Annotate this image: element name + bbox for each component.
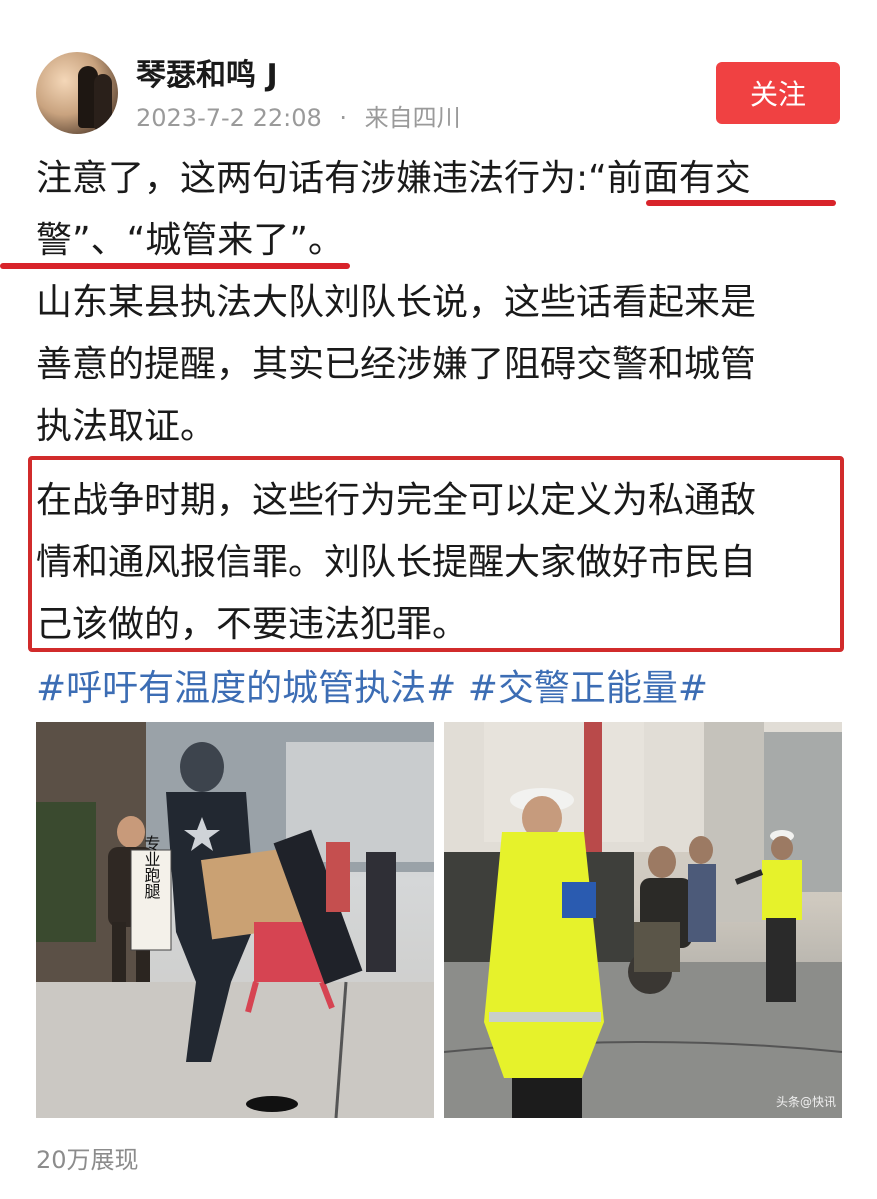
text-line: 山东某县执法大队刘队长说，这些话看起来是 <box>36 282 757 323</box>
traffic-police-image: 头条@快讯 <box>444 722 842 1118</box>
follow-button[interactable]: 关注 <box>716 62 840 124</box>
sign-text: 专业跑腿 <box>142 835 161 900</box>
highlight-box <box>28 456 844 652</box>
post-header: 琴瑟和鸣 J 2023-7-2 22:08 · 来自四川 关注 <box>0 0 877 140</box>
street-scene-image: 专业跑腿 <box>36 722 434 1118</box>
meta-separator: · <box>339 104 348 132</box>
text-line: 善意的提醒，其实已经涉嫌了阻碍交警和城管 <box>36 344 757 385</box>
post-meta: 2023-7-2 22:08 · 来自四川 <box>136 98 461 133</box>
text-line: 注意了，这两句话有涉嫌违法行为:“ <box>36 158 607 199</box>
location: 来自四川 <box>364 104 461 132</box>
paragraph: 注意了，这两句话有涉嫌违法行为:“前面有交 警”、“城管来了”。 <box>36 148 846 272</box>
username[interactable]: 琴瑟和鸣 J <box>136 50 278 94</box>
photo-left[interactable]: 专业跑腿 <box>36 722 434 1118</box>
view-count: 20万展现 <box>36 1146 139 1174</box>
hashtags[interactable]: #呼吁有温度的城管执法# #交警正能量# <box>36 658 846 720</box>
text-line: 执法取证。 <box>36 406 217 447</box>
image-watermark: 头条@快讯 <box>776 1095 836 1109</box>
photo-right[interactable]: 头条@快讯 <box>444 722 842 1118</box>
paragraph: 山东某县执法大队刘队长说，这些话看起来是 善意的提醒，其实已经涉嫌了阻碍交警和城… <box>36 272 846 458</box>
avatar-figure <box>94 74 112 130</box>
text-line-highlight: 前面有交 <box>606 158 751 199</box>
text-line-highlight: 警”、“城管来了”。 <box>36 220 344 261</box>
image-grid: 专业跑腿 头条@快讯 <box>36 722 842 1118</box>
timestamp: 2023-7-2 22:08 <box>136 104 322 132</box>
avatar[interactable] <box>36 52 118 134</box>
